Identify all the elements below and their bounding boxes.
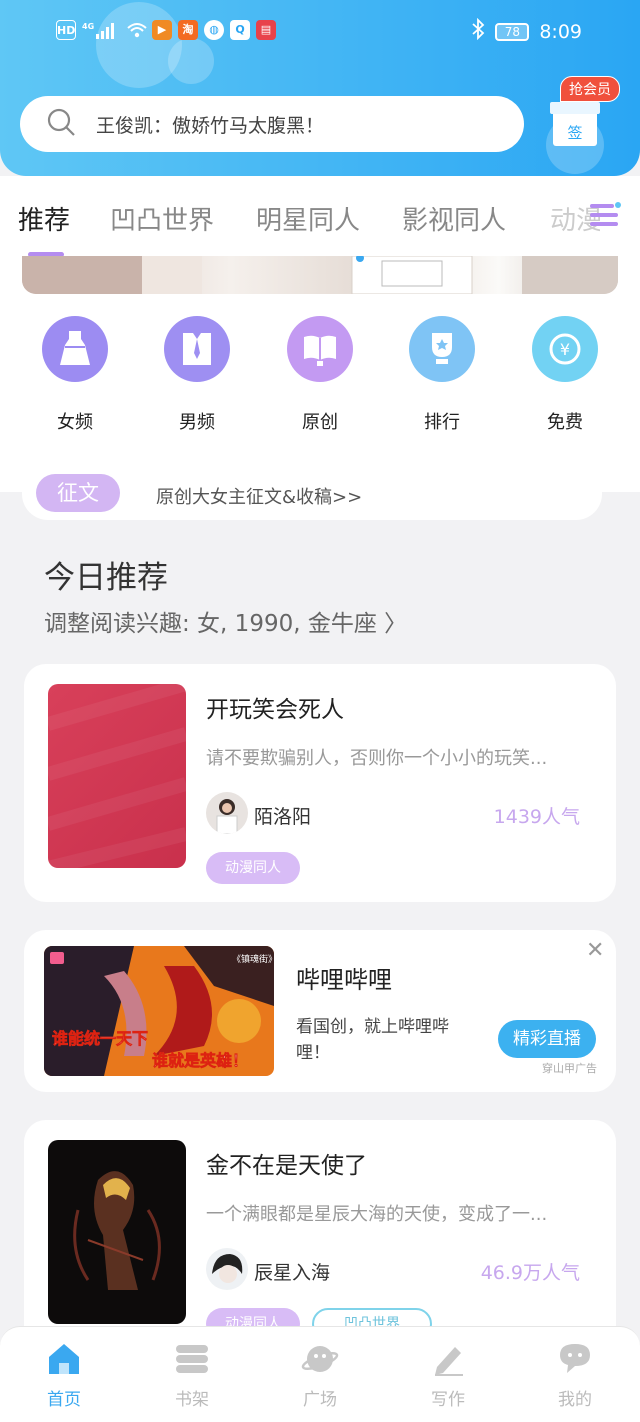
category-label: 排行: [424, 412, 460, 433]
signal-icon: 4G: [82, 20, 120, 40]
category-female[interactable]: 女频: [20, 316, 130, 434]
reading-interest-link[interactable]: 调整阅读兴趣: 女, 1990, 金牛座 〉: [44, 604, 407, 638]
vip-badge[interactable]: 抢会员: [560, 76, 620, 102]
status-icons: HD 4G ▶ 淘 ◍ Q ▤: [56, 20, 276, 40]
book-tag[interactable]: 动漫同人: [206, 852, 300, 884]
today-title: 今日推荐: [44, 560, 168, 596]
tab-star-fanfic[interactable]: 明星同人: [256, 200, 360, 237]
video-app-icon: ▶: [152, 20, 172, 40]
book-cover: [48, 1140, 186, 1324]
nav-write[interactable]: 写作: [408, 1341, 488, 1410]
ad-desc: 看国创，就上哔哩哔哩！: [296, 1017, 449, 1063]
category-tabs: 推荐 凹凸世界 明星同人 影视同人 动漫: [0, 176, 640, 256]
open-book-icon: [287, 316, 353, 382]
nav-label: 写作: [431, 1390, 465, 1410]
battery-indicator: 78: [495, 22, 530, 41]
ad-card[interactable]: 《镇魂街》 谁能统一天下 谁就是英雄！ 哔哩哔哩 看国创，就上哔哩哔哩！ 精彩直…: [24, 930, 616, 1092]
yuan-coin-icon: ¥: [532, 316, 598, 382]
tab-film-fanfic[interactable]: 影视同人: [402, 200, 506, 237]
nav-square[interactable]: 广场: [280, 1341, 360, 1410]
contest-link[interactable]: 原创大女主征文&收稿>>: [156, 483, 362, 509]
status-right: 78 8:09: [471, 17, 582, 45]
chat-bubble-icon: [556, 1341, 594, 1377]
ad-image: 《镇魂街》 谁能统一天下 谁就是英雄！: [44, 946, 274, 1076]
trophy-icon: [409, 316, 475, 382]
book-desc: 请不要欺骗别人，否则你一个小小的玩笑...: [206, 748, 548, 769]
ad-cta-button[interactable]: 精彩直播: [498, 1020, 596, 1058]
tab-aotu-world[interactable]: 凹凸世界: [110, 200, 214, 237]
avatar: [206, 1248, 248, 1290]
taobao-icon: 淘: [178, 20, 198, 40]
shirt-tie-icon: [164, 316, 230, 382]
category-label: 免费: [547, 412, 583, 433]
author-name: 辰星入海: [254, 1262, 331, 1284]
nav-label: 广场: [303, 1390, 337, 1410]
nav-label: 书架: [175, 1390, 209, 1410]
contest-badge: 征文: [36, 474, 120, 512]
search-bar[interactable]: 王俊凯：傲娇竹马太腹黑！: [20, 96, 524, 152]
nav-label: 我的: [558, 1390, 592, 1410]
svg-text:谁就是英雄！: 谁就是英雄！: [152, 1051, 248, 1070]
bookshelf-icon: [173, 1341, 211, 1377]
svg-text:4G: 4G: [82, 22, 94, 31]
svg-text:谁能统一天下: 谁能统一天下: [52, 1029, 148, 1048]
category-label: 男频: [179, 412, 215, 433]
svg-text:签: 签: [567, 124, 582, 142]
ad-title: 哔哩哔哩: [296, 966, 392, 994]
book-title: 开玩笑会死人: [206, 697, 344, 723]
pen-icon: [429, 1341, 467, 1377]
book-desc: 一个满眼都是星辰大海的天使，变成了一...: [206, 1204, 548, 1225]
category-free[interactable]: ¥ 免费: [510, 316, 620, 434]
category-ranking[interactable]: 排行: [387, 316, 497, 434]
nav-label: 首页: [47, 1390, 81, 1410]
dress-icon: [42, 316, 108, 382]
book-app-icon: ▤: [256, 20, 276, 40]
category-label: 原创: [302, 412, 338, 433]
category-label: 女频: [57, 412, 93, 433]
book-card[interactable]: 开玩笑会死人 请不要欺骗别人，否则你一个小小的玩笑... 陌洛阳 1439人气 …: [24, 664, 616, 902]
category-male[interactable]: 男频: [142, 316, 252, 434]
bottom-nav: 首页 书架 广场 写作 我的: [0, 1326, 640, 1422]
search-icon: [46, 107, 76, 141]
category-original[interactable]: 原创: [265, 316, 375, 434]
author-name: 陌洛阳: [254, 806, 312, 828]
nav-home[interactable]: 首页: [24, 1341, 104, 1410]
tabs-menu-icon[interactable]: [586, 200, 622, 230]
banner-carousel[interactable]: [22, 256, 618, 294]
svg-text:¥: ¥: [560, 340, 570, 359]
avatar: [206, 792, 248, 834]
popularity: 1439人气: [493, 806, 580, 828]
search-placeholder: 王俊凯：傲娇竹马太腹黑！: [96, 114, 325, 137]
nav-bookshelf[interactable]: 书架: [152, 1341, 232, 1410]
nav-mine[interactable]: 我的: [535, 1341, 615, 1410]
home-icon: [45, 1341, 83, 1377]
tab-recommend[interactable]: 推荐: [18, 200, 70, 237]
bluetooth-icon: [471, 17, 485, 45]
ad-source: 穿山甲广告: [542, 1062, 597, 1075]
wifi-icon: [126, 20, 147, 40]
hd-icon: HD: [56, 20, 76, 40]
search-app-icon: Q: [230, 20, 250, 40]
popularity: 46.9万人气: [480, 1262, 580, 1284]
book-cover: [48, 684, 186, 868]
clock: 8:09: [539, 20, 582, 43]
planet-icon: [301, 1341, 339, 1377]
svg-text:《镇魂街》: 《镇魂街》: [232, 953, 274, 965]
close-icon[interactable]: ✕: [586, 938, 604, 963]
book-card[interactable]: 金不在是天使了 一个满眼都是星辰大海的天使，变成了一... 辰星入海 46.9万…: [24, 1120, 616, 1350]
status-bar: HD 4G ▶ 淘 ◍ Q ▤ 78 8:09: [0, 0, 640, 62]
book-title: 金不在是天使了: [206, 1153, 367, 1179]
header: HD 4G ▶ 淘 ◍ Q ▤ 78 8:09 王俊凯：傲娇竹马太腹黑！ 签 抢…: [0, 0, 640, 176]
browser-icon: ◍: [204, 20, 224, 40]
